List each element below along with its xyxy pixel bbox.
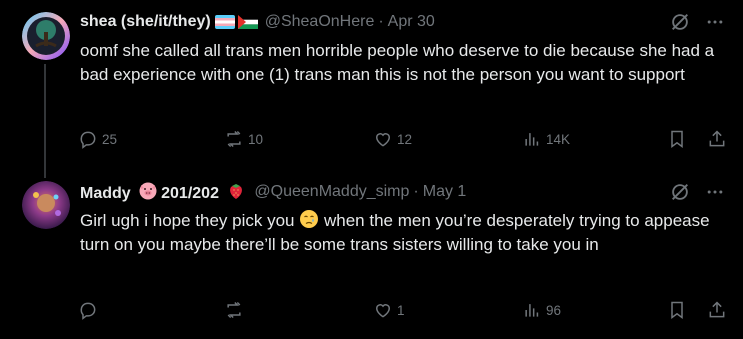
heart-icon bbox=[375, 304, 391, 318]
reply-count: 25 bbox=[102, 131, 118, 147]
views-button[interactable]: 96 bbox=[522, 300, 561, 320]
tweet-text-part: Girl ugh i hope they pick you bbox=[80, 211, 295, 230]
like-button[interactable]: 1 bbox=[373, 300, 405, 320]
profile-photo-icon bbox=[22, 181, 70, 229]
separator-dot: · bbox=[413, 183, 419, 200]
views-icon bbox=[525, 304, 539, 317]
grok-icon[interactable] bbox=[669, 181, 691, 203]
view-count: 96 bbox=[546, 302, 562, 318]
bookmark-button[interactable] bbox=[667, 300, 687, 320]
name-suffix: 201/202 bbox=[161, 185, 219, 202]
reply-icon bbox=[80, 131, 96, 149]
bookmark-button[interactable] bbox=[667, 129, 687, 149]
like-count: 12 bbox=[397, 131, 413, 147]
avatar[interactable] bbox=[22, 181, 70, 229]
like-button[interactable]: 12 bbox=[373, 129, 412, 149]
share-icon bbox=[709, 130, 725, 147]
tree-of-life-avatar-icon bbox=[22, 12, 70, 60]
tweet-text: oomf she called all trans men horrible p… bbox=[80, 41, 715, 84]
reply-button[interactable] bbox=[78, 300, 102, 320]
thread-connector bbox=[44, 64, 46, 178]
bookmark-icon bbox=[671, 301, 683, 319]
separator-dot: · bbox=[378, 13, 384, 30]
share-button[interactable] bbox=[707, 300, 727, 320]
crying-face-emoji-icon bbox=[300, 210, 319, 228]
retweet-icon bbox=[227, 130, 241, 148]
tweet-header: Maddy 201/202 @QueenMaddy_simp · May 1 bbox=[80, 181, 723, 203]
retweet-button[interactable] bbox=[224, 300, 248, 320]
palestine-flag-icon bbox=[237, 15, 258, 29]
reply-icon bbox=[80, 302, 96, 320]
handle[interactable]: @QueenMaddy_simp bbox=[254, 183, 409, 201]
avatar[interactable] bbox=[22, 12, 70, 60]
retweet-icon bbox=[227, 301, 241, 319]
tweet[interactable]: shea (she/it/they) @SheaOnHere · Apr 30 … bbox=[0, 0, 743, 178]
timestamp[interactable]: May 1 bbox=[423, 183, 467, 201]
views-icon bbox=[525, 133, 539, 146]
more-icon[interactable] bbox=[705, 12, 725, 32]
tweet-text: Girl ugh i hope they pick you when the m… bbox=[80, 209, 730, 256]
display-name[interactable]: shea (she/it/they) bbox=[80, 13, 211, 31]
display-name[interactable]: Maddy 201/202 bbox=[80, 181, 246, 203]
action-bar: 25 10 12 14K bbox=[78, 129, 727, 153]
tweet-header: shea (she/it/they) @SheaOnHere · Apr 30 bbox=[80, 11, 723, 33]
action-bar: 1 96 bbox=[78, 300, 727, 324]
share-button[interactable] bbox=[707, 129, 727, 149]
timestamp[interactable]: Apr 30 bbox=[388, 13, 435, 31]
retweet-count: 10 bbox=[248, 131, 264, 147]
bookmark-icon bbox=[671, 130, 683, 148]
pig-face-emoji-icon bbox=[139, 182, 157, 200]
strawberry-emoji-icon bbox=[230, 184, 243, 199]
tweet[interactable]: Maddy 201/202 @QueenMaddy_simp · May 1 G… bbox=[0, 170, 743, 339]
trans-flag-icon bbox=[214, 15, 235, 29]
like-count: 1 bbox=[397, 302, 405, 318]
more-icon[interactable] bbox=[705, 182, 725, 202]
handle[interactable]: @SheaOnHere bbox=[265, 13, 375, 31]
heart-icon bbox=[375, 133, 391, 147]
share-icon bbox=[709, 301, 725, 318]
reply-button[interactable]: 25 bbox=[78, 129, 117, 149]
view-count: 14K bbox=[546, 131, 571, 147]
retweet-button[interactable]: 10 bbox=[224, 129, 263, 149]
views-button[interactable]: 14K bbox=[522, 129, 570, 149]
grok-icon[interactable] bbox=[669, 11, 691, 33]
display-name-text: Maddy bbox=[80, 185, 131, 202]
